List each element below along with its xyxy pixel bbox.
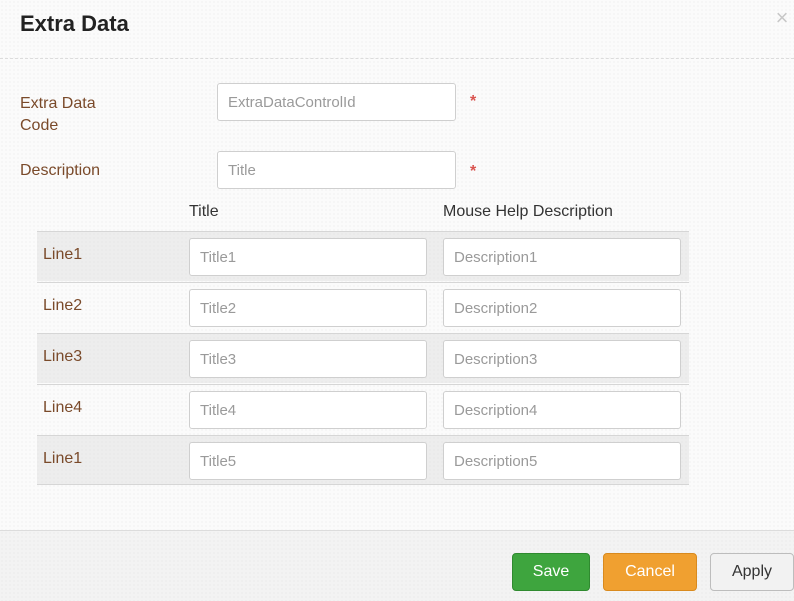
description-label: Description (20, 162, 101, 179)
description-required-marker: * (470, 163, 477, 180)
row-label: Line1 (43, 450, 83, 467)
row-label: Line4 (43, 399, 83, 416)
row-description-input[interactable] (443, 442, 681, 480)
code-required-marker: * (470, 93, 477, 110)
row-title-input[interactable] (189, 340, 427, 378)
apply-button[interactable]: Apply (710, 553, 794, 591)
extra-data-code-input[interactable] (217, 83, 456, 121)
dialog-header: Extra Data × (0, 0, 794, 59)
column-header-title: Title (189, 203, 219, 220)
cancel-button[interactable]: Cancel (603, 553, 697, 591)
row-description-input[interactable] (443, 238, 681, 276)
table-bottom-divider (37, 484, 689, 485)
row-description-input[interactable] (443, 289, 681, 327)
table-row: Line2 (37, 282, 689, 332)
row-description-input[interactable] (443, 340, 681, 378)
row-label: Line1 (43, 246, 83, 263)
table-row: Line3 (37, 333, 689, 383)
row-description-input[interactable] (443, 391, 681, 429)
row-title-input[interactable] (189, 238, 427, 276)
code-label-line2: Code (20, 117, 59, 134)
table-row: Line4 (37, 384, 689, 434)
column-header-description: Mouse Help Description (443, 203, 613, 220)
code-label: Extra Data Code (20, 93, 96, 137)
row-title-input[interactable] (189, 289, 427, 327)
dialog-footer: Save Cancel Apply (0, 530, 794, 601)
table-row: Line1 (37, 231, 689, 281)
row-title-input[interactable] (189, 442, 427, 480)
row-title-input[interactable] (189, 391, 427, 429)
table-row: Line1 (37, 435, 689, 485)
row-label: Line2 (43, 297, 83, 314)
code-label-line1: Extra Data (20, 95, 96, 112)
row-label: Line3 (43, 348, 83, 365)
close-icon[interactable]: × (770, 6, 794, 30)
extra-data-dialog: Extra Data × Extra Data Code * Descripti… (0, 0, 794, 601)
dialog-title: Extra Data (20, 11, 129, 36)
save-button[interactable]: Save (512, 553, 590, 591)
description-input[interactable] (217, 151, 456, 189)
